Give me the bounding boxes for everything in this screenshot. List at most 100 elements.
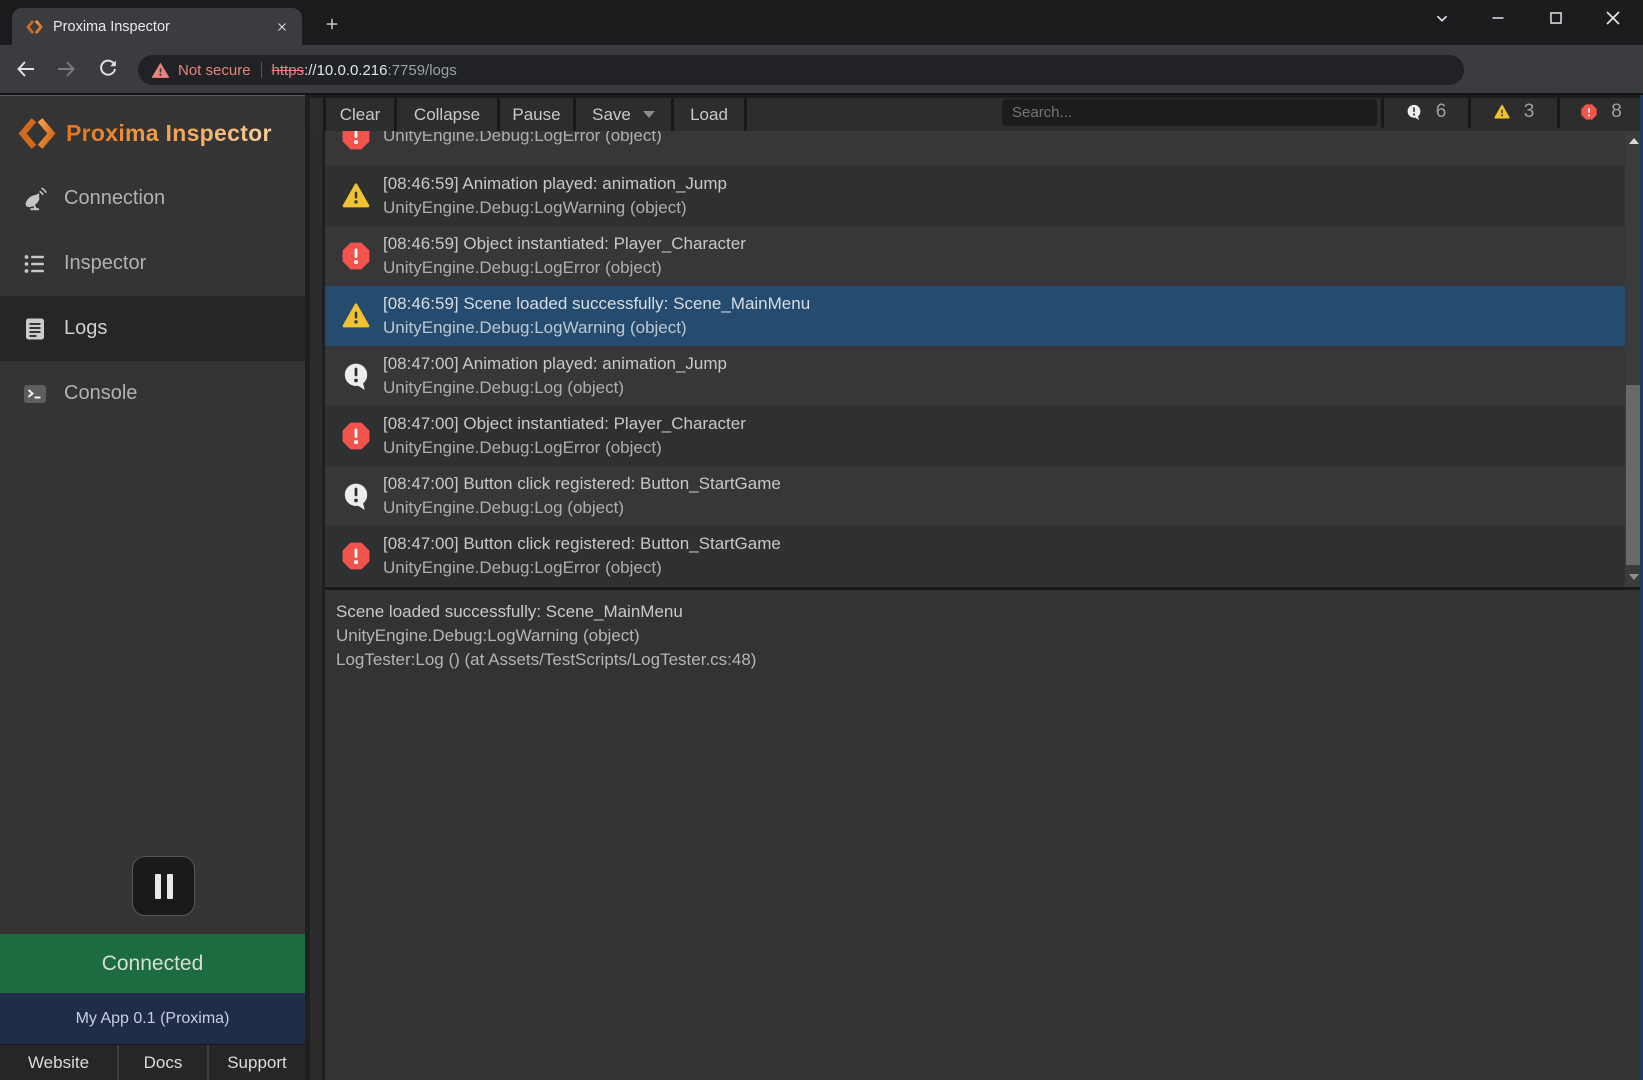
list-icon (22, 251, 48, 277)
log-row[interactable]: UnityEngine.Debug:LogError (object) (325, 131, 1643, 166)
info-bubble-icon (342, 482, 370, 510)
tab-search-button[interactable] (1427, 4, 1457, 32)
log-row[interactable]: [08:46:59] Object instantiated: Player_C… (325, 226, 1643, 286)
app-title: Proxima Inspector (66, 120, 272, 147)
log-stacktrace: UnityEngine.Debug:LogWarning (object) (383, 196, 727, 220)
toolbar-divider (744, 98, 747, 131)
save-dropdown-caret-icon[interactable] (643, 111, 655, 118)
footer-link-website[interactable]: Website (0, 1045, 117, 1080)
connection-pause-button[interactable] (132, 856, 195, 916)
connection-status-banner: Connected (0, 934, 305, 993)
security-label[interactable]: Not secure (178, 62, 251, 79)
tab-close-button[interactable] (272, 17, 292, 37)
warning-count: 3 (1524, 101, 1535, 123)
save-label: Save (592, 105, 631, 125)
error-count: 8 (1611, 101, 1622, 123)
log-gutter (310, 131, 322, 1080)
sidebar-footer: Website Docs Support (0, 1044, 305, 1080)
error-octagon-icon (1581, 104, 1597, 120)
plus-icon (323, 15, 341, 33)
url-scheme: https (272, 62, 305, 79)
sidebar: Proxima Inspector Connection Inspector L… (0, 95, 305, 1080)
detail-message: Scene loaded successfully: Scene_MainMen… (336, 600, 1643, 624)
footer-link-support[interactable]: Support (209, 1045, 305, 1080)
address-bar[interactable]: Not secure https://10.0.0.216:7759/logs (138, 55, 1464, 85)
reload-button[interactable] (96, 57, 120, 81)
arrow-up-icon (1629, 138, 1639, 144)
maximize-icon (1545, 7, 1567, 29)
log-stacktrace: UnityEngine.Debug:LogWarning (object) (383, 316, 810, 340)
log-message: [08:47:00] Animation played: animation_J… (383, 352, 727, 376)
log-row[interactable]: [08:47:00] Animation played: animation_J… (325, 346, 1643, 406)
pause-logs-button[interactable]: Pause (500, 98, 573, 131)
log-stacktrace: UnityEngine.Debug:Log (object) (383, 376, 727, 400)
terminal-icon (22, 381, 48, 407)
info-bubble-icon (1406, 104, 1422, 120)
logs-panel: Clear Collapse Pause Save Load 6 (310, 95, 1643, 1080)
info-bubble-icon (342, 362, 370, 390)
log-list: UnityEngine.Debug:LogError (object) [08:… (325, 131, 1643, 587)
forward-button[interactable] (54, 57, 78, 81)
search-input[interactable] (1002, 99, 1377, 126)
footer-link-docs[interactable]: Docs (119, 1045, 207, 1080)
tab-title: Proxima Inspector (53, 19, 272, 35)
warning-triangle-icon (342, 302, 370, 330)
address-divider (261, 62, 262, 78)
browser-toolbar: Not secure https://10.0.0.216:7759/logs (0, 45, 1643, 93)
sidebar-item-label: Inspector (64, 252, 146, 275)
log-stacktrace: UnityEngine.Debug:Log (object) (383, 496, 781, 520)
minimize-icon (1487, 7, 1509, 29)
log-message: [08:47:00] Object instantiated: Player_C… (383, 412, 746, 436)
log-detail-panel: Scene loaded successfully: Scene_MainMen… (325, 590, 1643, 1080)
url-path: :7759/logs (388, 62, 457, 79)
not-secure-warning-icon (151, 61, 170, 80)
log-stacktrace: UnityEngine.Debug:LogError (object) (383, 131, 662, 148)
collapse-button[interactable]: Collapse (397, 98, 497, 131)
log-row-selected[interactable]: [08:46:59] Scene loaded successfully: Sc… (325, 286, 1643, 346)
log-row[interactable]: [08:46:59] Animation played: animation_J… (325, 166, 1643, 226)
log-row[interactable]: [08:47:00] Button click registered: Butt… (325, 526, 1643, 586)
info-count-filter[interactable]: 6 (1384, 95, 1468, 128)
log-message: [08:46:59] Animation played: animation_J… (383, 172, 727, 196)
error-octagon-icon (342, 131, 370, 150)
warning-triangle-icon (342, 182, 370, 210)
error-count-filter[interactable]: 8 (1560, 95, 1643, 128)
warning-count-filter[interactable]: 3 (1471, 95, 1557, 128)
sidebar-item-logs[interactable]: Logs (0, 296, 305, 361)
log-row[interactable]: [08:47:00] Object instantiated: Player_C… (325, 406, 1643, 466)
sidebar-item-label: Logs (64, 317, 107, 340)
satellite-dish-icon (22, 186, 48, 212)
log-stacktrace: UnityEngine.Debug:LogError (object) (383, 436, 746, 460)
browser-tab[interactable]: Proxima Inspector (12, 8, 302, 45)
url-host: 10.0.0.216 (317, 62, 388, 79)
log-row[interactable]: [08:47:00] Button click registered: Butt… (325, 466, 1643, 526)
save-button[interactable]: Save (576, 98, 671, 131)
back-button[interactable] (14, 57, 38, 81)
detail-stacktrace-line: LogTester:Log () (at Assets/TestScripts/… (336, 648, 1643, 672)
load-button[interactable]: Load (674, 98, 744, 131)
proxima-favicon-icon (26, 19, 43, 35)
log-stacktrace: UnityEngine.Debug:LogError (object) (383, 256, 746, 280)
minimize-button[interactable] (1483, 4, 1513, 32)
new-tab-button[interactable] (318, 10, 346, 38)
maximize-button[interactable] (1541, 4, 1571, 32)
app-logo: Proxima Inspector (18, 112, 272, 154)
warning-triangle-icon (1494, 104, 1510, 120)
log-message: [08:46:59] Scene loaded successfully: Sc… (383, 292, 810, 316)
pause-icon (155, 874, 161, 899)
log-message: [08:47:00] Button click registered: Butt… (383, 472, 781, 496)
window-close-button[interactable] (1598, 4, 1628, 32)
chevron-down-icon (1431, 7, 1453, 29)
sidebar-item-connection[interactable]: Connection (0, 166, 305, 231)
sidebar-item-console[interactable]: Console (0, 361, 305, 426)
sidebar-item-inspector[interactable]: Inspector (0, 231, 305, 296)
error-octagon-icon (342, 542, 370, 570)
clear-button[interactable]: Clear (326, 98, 394, 131)
detail-stacktrace-line: UnityEngine.Debug:LogWarning (object) (336, 624, 1643, 648)
log-message: [08:46:59] Object instantiated: Player_C… (383, 232, 746, 256)
sidebar-item-label: Console (64, 382, 137, 405)
proxima-inspector-app: Proxima Inspector Connection Inspector L… (0, 95, 1643, 1080)
app-info-banner: My App 0.1 (Proxima) (0, 993, 305, 1044)
url-separator: :// (304, 62, 317, 79)
error-octagon-icon (342, 422, 370, 450)
